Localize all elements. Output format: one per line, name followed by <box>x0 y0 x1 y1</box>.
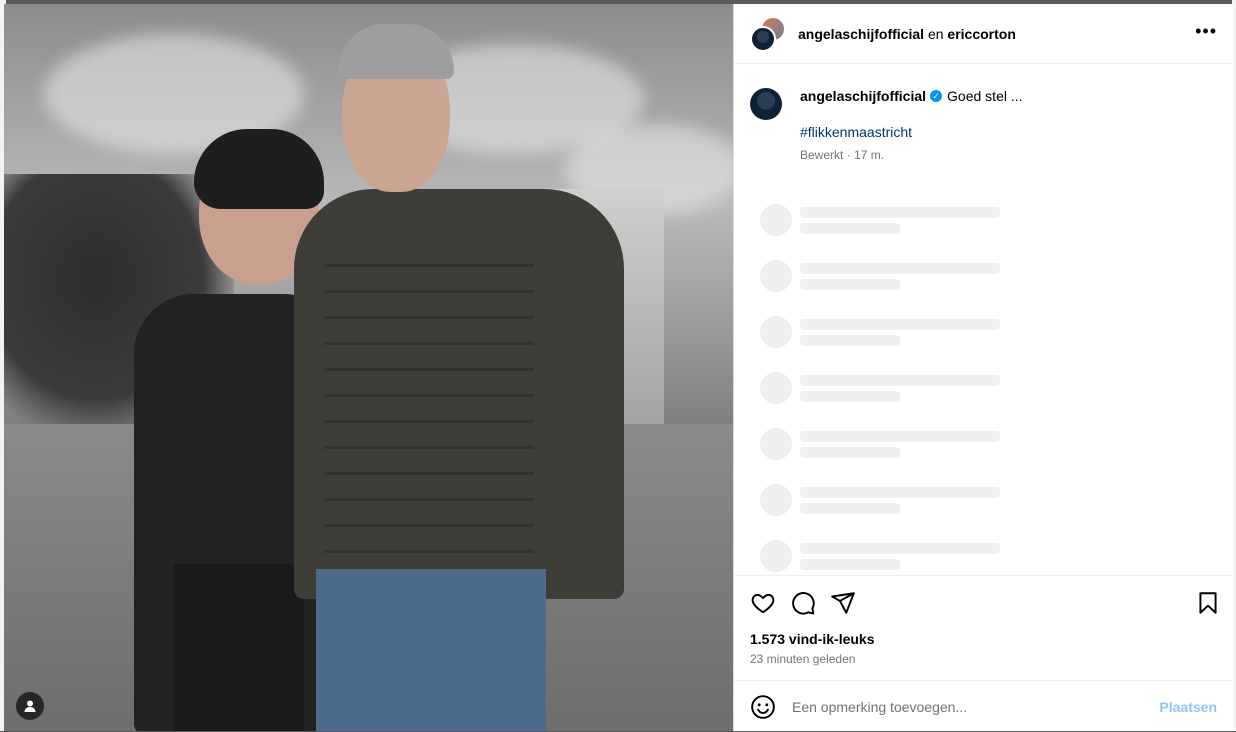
skeleton-line <box>800 487 1000 498</box>
skeleton-line <box>800 263 1000 274</box>
post-time[interactable]: 23 minuten geleden <box>750 652 855 666</box>
bookmark-icon[interactable] <box>1195 590 1221 616</box>
caption-line: angelaschijfofficial ✓ Goed stel ... <box>800 88 1023 104</box>
caption-text: Goed stel ... <box>947 88 1023 104</box>
username-link[interactable]: ericcorton <box>947 26 1015 42</box>
man-vest <box>324 264 534 584</box>
emoji-icon[interactable] <box>750 694 776 720</box>
post-caption: angelaschijfofficial ✓ Goed stel ... #fl… <box>734 64 1233 174</box>
skeleton-line <box>800 447 900 458</box>
connector-text: en <box>927 25 944 42</box>
header-usernames: angelaschijfofficial en ericcorton <box>798 26 1016 42</box>
send-icon[interactable] <box>830 590 856 616</box>
woman-pants <box>174 564 304 731</box>
skeleton-line <box>800 335 900 346</box>
comment-bar: Plaatsen <box>734 680 1233 732</box>
caption-meta: Bewerkt · 17 m. <box>800 148 884 162</box>
post-actions: 1.573 vind-ik-leuks 23 minuten geleden <box>734 575 1233 666</box>
post-side-panel: angelaschijfofficial en ericcorton ••• a… <box>733 4 1233 731</box>
avatar <box>750 25 776 52</box>
skeleton-line <box>800 319 1000 330</box>
post-comment-button[interactable]: Plaatsen <box>1159 699 1217 715</box>
post-photo[interactable] <box>4 4 733 731</box>
avatar[interactable] <box>750 88 782 120</box>
skeleton-line <box>800 279 900 290</box>
more-options-button[interactable]: ••• <box>1195 22 1217 40</box>
person-icon[interactable] <box>16 692 44 720</box>
collab-avatars[interactable] <box>750 15 786 52</box>
action-icon-row <box>734 576 1233 626</box>
woman-hair <box>194 129 324 209</box>
post-header: angelaschijfofficial en ericcorton ••• <box>734 4 1233 64</box>
edited-label: Bewerkt <box>800 148 844 162</box>
separator: · <box>846 148 851 162</box>
skeleton-line <box>800 559 900 570</box>
username-link[interactable]: angelaschijfofficial <box>798 26 924 42</box>
skeleton-line <box>800 391 900 402</box>
comment-input[interactable] <box>790 697 1160 716</box>
man-hair <box>338 24 454 79</box>
skeleton-line <box>800 223 900 234</box>
heart-icon[interactable] <box>750 590 776 616</box>
skeleton-line <box>800 207 1000 218</box>
likes-count[interactable]: 1.573 vind-ik-leuks <box>750 631 875 647</box>
skeleton-line <box>800 431 1000 442</box>
skeleton-line <box>800 543 1000 554</box>
hashtag-link[interactable]: #flikkenmaastricht <box>800 124 912 140</box>
skeleton-avatar <box>760 204 792 236</box>
skeleton-avatar <box>760 372 792 404</box>
skeleton-avatar <box>760 540 792 572</box>
comment-icon[interactable] <box>790 590 816 616</box>
skeleton-avatar <box>760 316 792 348</box>
skeleton-line <box>800 375 1000 386</box>
person-icon-glyph <box>24 700 36 712</box>
username-link[interactable]: angelaschijfofficial <box>800 88 926 104</box>
skeleton-avatar <box>760 428 792 460</box>
skeleton-avatar <box>760 260 792 292</box>
skeleton-avatar <box>760 484 792 516</box>
man-jeans <box>316 569 546 731</box>
verified-icon: ✓ <box>930 90 943 102</box>
caption-age: 17 m. <box>854 148 885 162</box>
skeleton-line <box>800 503 900 514</box>
